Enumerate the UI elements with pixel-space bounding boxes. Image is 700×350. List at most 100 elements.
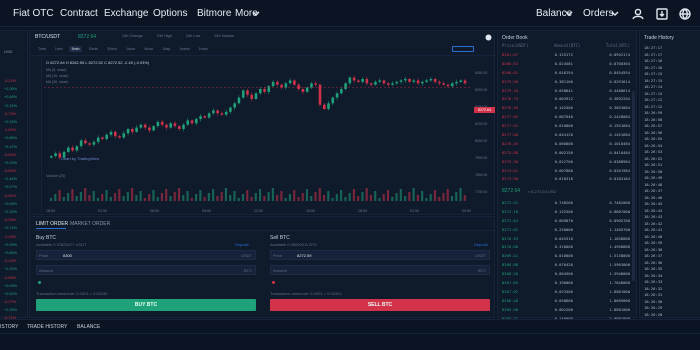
- candlestick-chart[interactable]: [44, 61, 472, 209]
- nav-orders[interactable]: Orders: [583, 8, 614, 19]
- market-change-value[interactable]: -1.18%: [4, 233, 17, 241]
- order-book-row[interactable]: 8273.90 0.018318 0.0183184: [502, 175, 630, 184]
- sell-btc-button[interactable]: SELL BTC: [270, 299, 490, 311]
- market-change-value[interactable]: -0.12%: [4, 257, 17, 265]
- order-book-row[interactable]: 8274.61 0.007880 0.0261984: [502, 167, 630, 176]
- order-book-row[interactable]: 8266.48 0.058800 1.8669000: [502, 297, 630, 306]
- order-book-row[interactable]: 8269.41 0.018000 1.5138800: [502, 252, 630, 261]
- order-book-row[interactable]: 8279.10 0.058841 0.4480614: [502, 87, 630, 96]
- buy-amount-field[interactable]: Amount BTC: [36, 265, 256, 275]
- order-book-row[interactable]: 8275.88 0.002150 0.0410484: [502, 149, 630, 158]
- buy-slider-handle[interactable]: [38, 281, 41, 284]
- market-change-value[interactable]: +1.91%: [4, 265, 17, 273]
- tab-limit-order[interactable]: LIMIT ORDER: [36, 221, 68, 227]
- order-book-row[interactable]: 8271.02 0.250000 1.1405700: [502, 226, 630, 235]
- market-change-value[interactable]: +0.15%: [4, 118, 17, 126]
- market-change-value[interactable]: +1.05%: [4, 306, 17, 314]
- order-price: 8275.88: [502, 149, 519, 155]
- market-change-value[interactable]: +0.19%: [4, 159, 17, 167]
- globe-icon[interactable]: [679, 8, 691, 20]
- buy-price-field[interactable]: Price 8300 USDT: [36, 250, 256, 260]
- nav-contract[interactable]: Contract: [60, 8, 98, 19]
- order-book-scrollbar[interactable]: [632, 91, 635, 281]
- market-change-value[interactable]: +0.52%: [4, 290, 17, 298]
- order-book-row[interactable]: 8276.45 0.060000 0.1010484: [502, 140, 630, 149]
- tab-balance[interactable]: BALANCE: [77, 324, 100, 330]
- tradingview-label[interactable]: Chart by TradingView: [61, 156, 99, 161]
- interval-tab[interactable]: 1hour: [123, 46, 138, 52]
- market-change-value[interactable]: -0.33%: [4, 216, 17, 224]
- buy-btc-button[interactable]: BUY BTC: [36, 299, 256, 311]
- order-book-row[interactable]: 8278.75 0.003912 0.3892204: [502, 95, 630, 104]
- market-change-value[interactable]: +0.09%: [4, 282, 17, 290]
- interval-tab[interactable]: 15min: [85, 46, 101, 52]
- interval-tab[interactable]: 1day: [159, 46, 173, 52]
- interval-tab[interactable]: 1week: [176, 46, 192, 52]
- market-change-value[interactable]: -0.21%: [4, 77, 17, 85]
- sell-price-field[interactable]: Price 8272.59 USDT: [270, 250, 490, 260]
- market-change-value[interactable]: +0.48%: [4, 93, 17, 101]
- market-change-value[interactable]: +2.31%: [4, 102, 17, 110]
- market-change-value[interactable]: -1.02%: [4, 126, 17, 134]
- market-change-value[interactable]: -0.58%: [4, 274, 17, 282]
- user-icon[interactable]: [632, 8, 644, 20]
- market-change-value[interactable]: +0.05%: [4, 200, 17, 208]
- nav-fiat-otc[interactable]: Fiat OTC: [13, 8, 54, 19]
- sell-amount-field[interactable]: Amount BTC: [270, 265, 490, 275]
- buy-deposit-link[interactable]: Deposit: [235, 242, 249, 247]
- order-book-row[interactable]: 8280.63 0.024581 0.8700364: [502, 60, 630, 69]
- sell-deposit-link[interactable]: Deposit: [474, 242, 488, 247]
- interval-tab[interactable]: 1min: [52, 46, 66, 52]
- order-book-row[interactable]: 8271.64 0.009870 0.8905700: [502, 217, 630, 226]
- pair-symbol[interactable]: BTC/USDT: [35, 34, 60, 40]
- market-change-value[interactable]: -0.63%: [4, 167, 17, 175]
- market-change-value[interactable]: -0.27%: [4, 298, 17, 306]
- nav-bitmore[interactable]: Bitmore: [197, 8, 231, 19]
- tab-market-order[interactable]: MARKET ORDER: [70, 221, 110, 227]
- market-change-value[interactable]: -0.44%: [4, 151, 17, 159]
- interval-tab[interactable]: 1mon: [196, 46, 211, 52]
- sell-slider-handle[interactable]: [272, 281, 275, 284]
- market-change-value[interactable]: +0.74%: [4, 224, 17, 232]
- tab-trade-history[interactable]: TRADE HISTORY: [27, 324, 67, 330]
- order-book-row[interactable]: 8275.30 0.012700 0.0388984: [502, 158, 630, 167]
- order-book-row[interactable]: 8267.02 0.023300 1.8081000: [502, 288, 630, 297]
- market-change-value[interactable]: +0.66%: [4, 249, 17, 257]
- market-change-value[interactable]: +0.27%: [4, 183, 17, 191]
- market-change-value[interactable]: -0.72%: [4, 110, 17, 118]
- chart-mode-toggle[interactable]: [452, 46, 474, 52]
- order-book-row[interactable]: 8281.07 0.125172 0.8952174: [502, 51, 630, 60]
- info-icon[interactable]: [485, 34, 492, 41]
- market-change-value[interactable]: +3.12%: [4, 143, 17, 151]
- interval-tab[interactable]: 4hour: [141, 46, 156, 52]
- order-book-row[interactable]: 8280.01 0.016294 0.8454554: [502, 69, 630, 78]
- order-book-row[interactable]: 8278.40 0.142500 0.3853084: [502, 104, 630, 113]
- nav-options[interactable]: Options: [153, 8, 187, 19]
- market-change-value[interactable]: +0.88%: [4, 134, 17, 142]
- order-book-row[interactable]: 8265.90 0.001200 1.8681000: [502, 306, 630, 315]
- order-book-row[interactable]: 8272.10 0.132500 0.8807000: [502, 208, 630, 217]
- market-change-value[interactable]: +1.44%: [4, 175, 17, 183]
- interval-tab[interactable]: 30min: [104, 46, 120, 52]
- market-change-value[interactable]: +2.20%: [4, 208, 17, 216]
- download-icon[interactable]: [656, 8, 668, 20]
- order-book-row[interactable]: 8268.88 0.076420 1.5903000: [502, 261, 630, 270]
- order-book-row[interactable]: 8277.00 0.044120 0.1451684: [502, 131, 630, 140]
- market-change-value[interactable]: +1.06%: [4, 85, 17, 93]
- order-book-row[interactable]: 8279.58 0.381100 0.8291614: [502, 78, 630, 87]
- interval-tab[interactable]: 5min: [68, 46, 83, 52]
- interval-tab[interactable]: Time: [35, 46, 49, 52]
- volume-bar: [391, 197, 394, 201]
- order-book-row[interactable]: 8272.52 0.748200 0.7482000: [502, 199, 630, 208]
- order-book-row[interactable]: 8267.65 0.190000 1.7848000: [502, 279, 630, 288]
- order-book-row[interactable]: 8270.55 0.045310 1.1858800: [502, 235, 630, 244]
- order-book-row[interactable]: 8277.51 0.010000 0.1551684: [502, 122, 630, 131]
- order-book-row[interactable]: 8270.00 0.310000 1.4958800: [502, 243, 630, 252]
- tab-order-history[interactable]: ISTORY: [0, 324, 18, 330]
- nav-exchange[interactable]: Exchange: [104, 8, 148, 19]
- order-book-row[interactable]: 8277.92 0.087640 0.2428084: [502, 113, 630, 122]
- order-book-row[interactable]: 8268.20 0.004500 1.5948000: [502, 270, 630, 279]
- market-change-value[interactable]: +0.39%: [4, 241, 17, 249]
- candle-body: [335, 93, 339, 98]
- market-change-value[interactable]: -0.91%: [4, 192, 17, 200]
